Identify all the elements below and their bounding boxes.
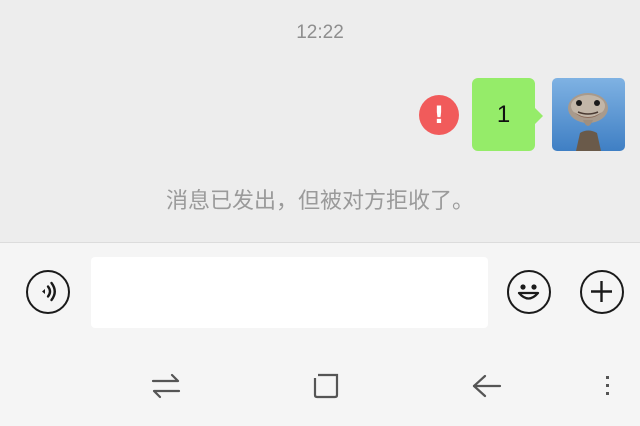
avatar[interactable] bbox=[552, 78, 625, 151]
plus-icon bbox=[591, 281, 612, 302]
message-list[interactable]: 12:22 ! 1 消息已发出，但被对方拒收了。 bbox=[0, 0, 640, 242]
menu-button[interactable] bbox=[600, 368, 616, 404]
home-button[interactable] bbox=[308, 368, 344, 404]
plus-button[interactable] bbox=[580, 270, 624, 314]
sent-message-bubble[interactable]: 1 bbox=[472, 78, 535, 151]
voice-button[interactable] bbox=[26, 270, 70, 314]
message-timestamp: 12:22 bbox=[296, 22, 344, 43]
recent-apps-button[interactable] bbox=[148, 368, 184, 404]
message-input[interactable] bbox=[91, 257, 488, 328]
back-icon bbox=[472, 374, 502, 398]
chat-screen: 12:22 ! 1 消息已发出，但被对方拒收了。 bbox=[0, 0, 640, 426]
emoji-icon bbox=[517, 284, 540, 300]
input-bar bbox=[0, 243, 640, 344]
menu-icon bbox=[606, 376, 609, 395]
emoji-button[interactable] bbox=[507, 270, 551, 314]
bubble-tail bbox=[534, 107, 543, 125]
voice-icon bbox=[42, 281, 56, 302]
back-button[interactable] bbox=[468, 368, 504, 404]
system-notice: 消息已发出，但被对方拒收了。 bbox=[165, 189, 474, 214]
recent-apps-icon bbox=[151, 373, 181, 399]
error-exclamation-icon[interactable]: ! bbox=[419, 95, 459, 135]
system-nav-bar bbox=[0, 344, 640, 426]
ostrich-avatar-image bbox=[552, 78, 625, 151]
home-icon bbox=[312, 372, 339, 399]
